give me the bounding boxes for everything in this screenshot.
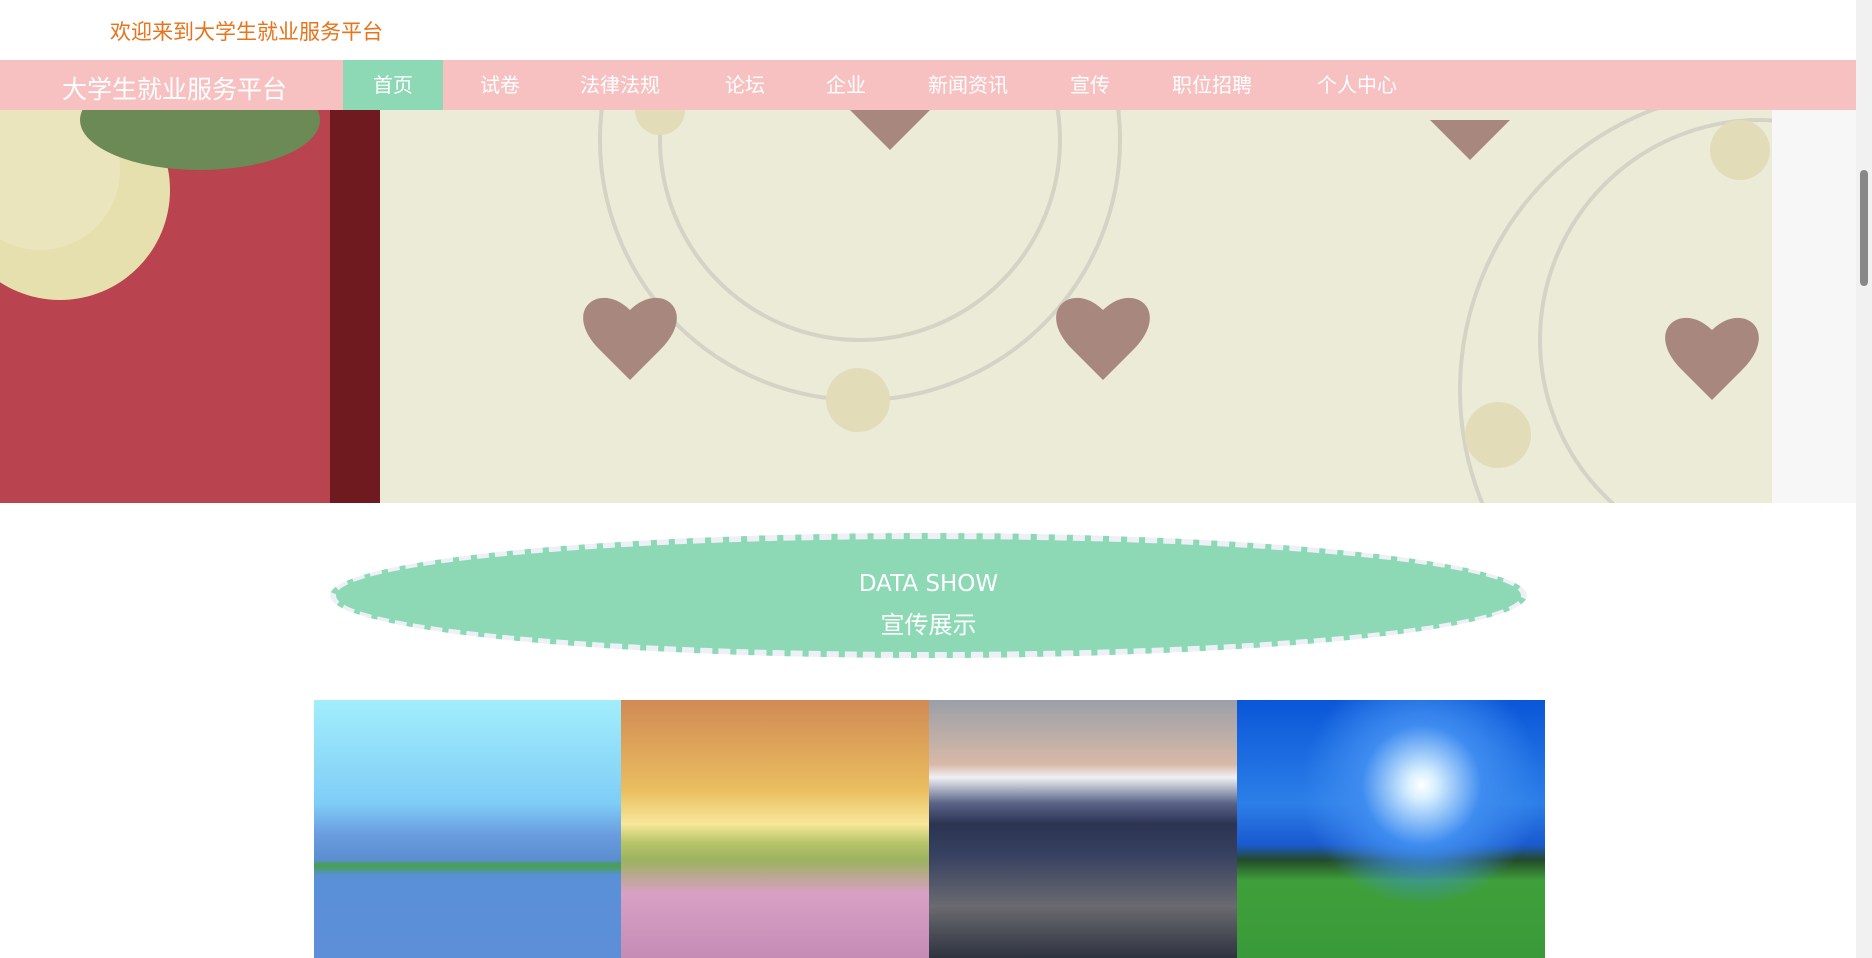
nav-laws[interactable]: 法律法规 bbox=[550, 60, 690, 110]
main-nav: 大学生就业服务平台 首页 试卷 法律法规 论坛 企业 新闻资讯 宣传 职位招聘 … bbox=[0, 60, 1856, 110]
nav-news[interactable]: 新闻资讯 bbox=[898, 60, 1038, 110]
banner-image bbox=[0, 110, 1772, 503]
section-title-en: DATA SHOW bbox=[858, 571, 999, 597]
nav-profile[interactable]: 个人中心 bbox=[1287, 60, 1427, 110]
top-bar: 欢迎来到大学生就业服务平台 bbox=[0, 0, 1856, 60]
page-scrollbar[interactable] bbox=[1856, 0, 1872, 958]
nav-exam[interactable]: 试卷 bbox=[450, 60, 550, 110]
gallery-image-moon-meadow[interactable] bbox=[1237, 700, 1545, 958]
gallery-image-lake[interactable] bbox=[314, 700, 622, 958]
nav-jobs[interactable]: 职位招聘 bbox=[1142, 60, 1282, 110]
nav-home[interactable]: 首页 bbox=[343, 60, 443, 110]
banner-margin bbox=[1772, 110, 1856, 503]
nav-promotion[interactable]: 宣传 bbox=[1040, 60, 1140, 110]
welcome-text: 欢迎来到大学生就业服务平台 bbox=[110, 20, 383, 44]
section-heading: DATA SHOW 宣传展示 bbox=[330, 533, 1527, 658]
section-title-cn: 宣传展示 bbox=[880, 611, 977, 639]
scrollbar-thumb[interactable] bbox=[1860, 170, 1868, 286]
gallery-image-sunset-field[interactable] bbox=[621, 700, 929, 958]
nav-company[interactable]: 企业 bbox=[796, 60, 896, 110]
carousel-slide[interactable] bbox=[0, 110, 1772, 503]
nav-forum[interactable]: 论坛 bbox=[695, 60, 795, 110]
gallery-image-mount-fuji[interactable] bbox=[929, 700, 1237, 958]
brand-title: 大学生就业服务平台 bbox=[62, 75, 288, 104]
